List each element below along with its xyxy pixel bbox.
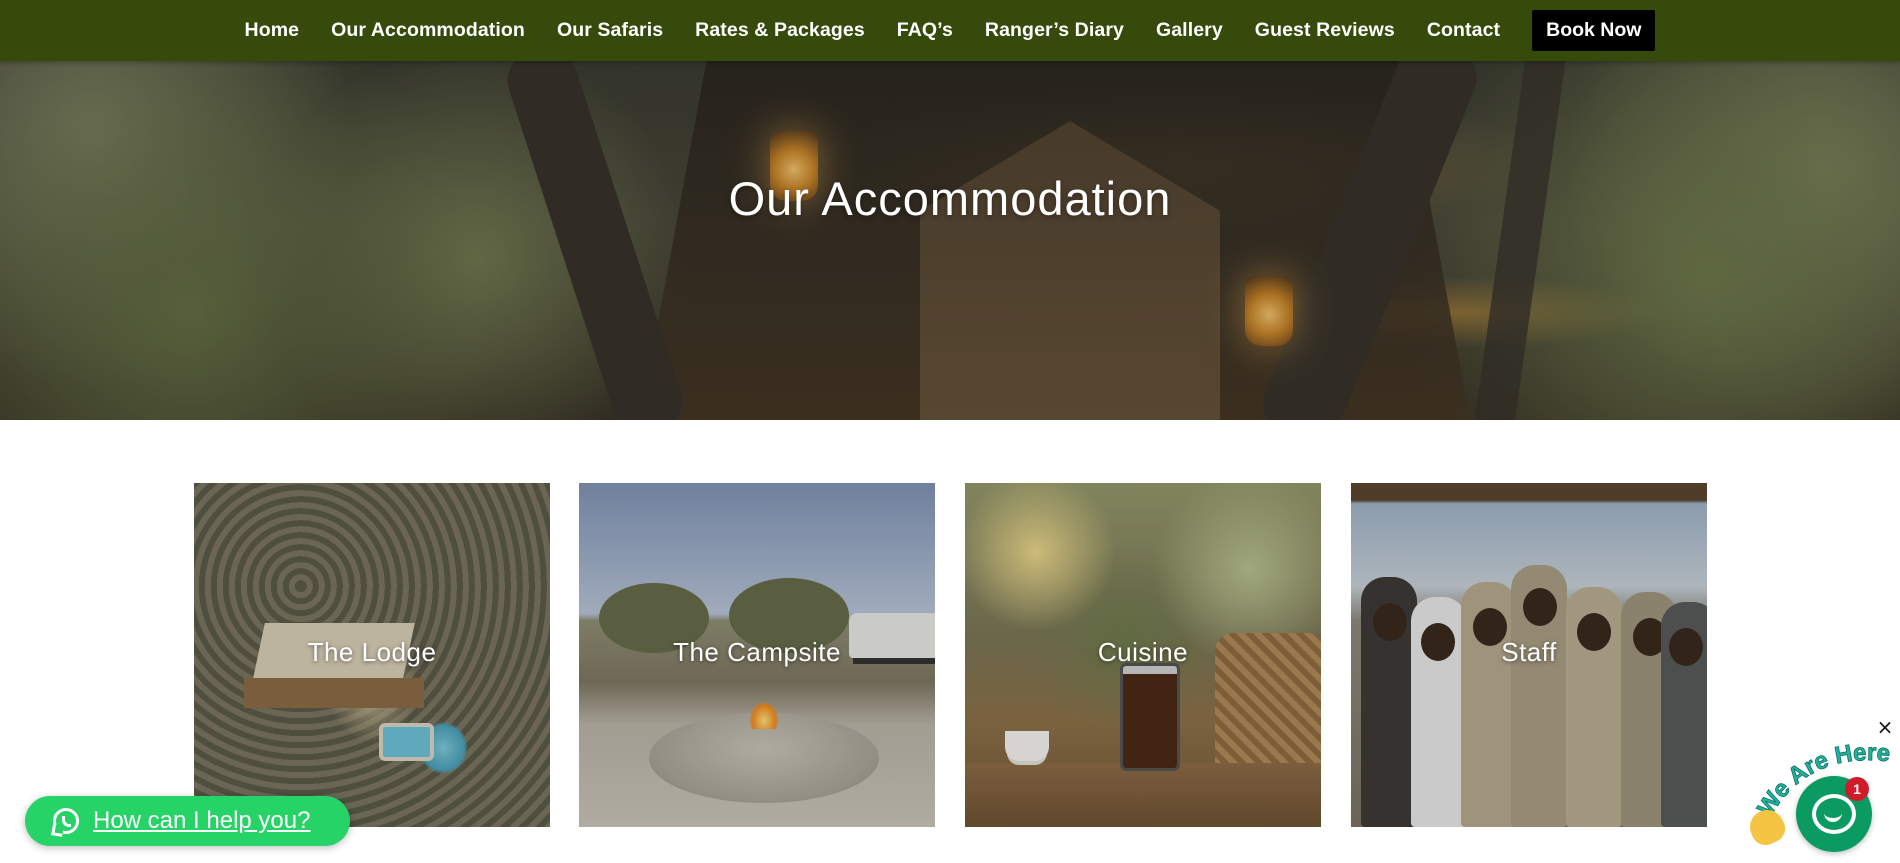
card-cuisine[interactable]: Cuisine (965, 483, 1321, 827)
nav-item-home[interactable]: Home (245, 19, 300, 41)
whatsapp-icon (53, 808, 79, 834)
nav-item-our-accommodation[interactable]: Our Accommodation (331, 19, 525, 41)
whatsapp-help-button[interactable]: How can I help you? (25, 796, 350, 846)
hero-overlay (0, 61, 1900, 420)
book-now-button[interactable]: Book Now (1532, 10, 1656, 51)
card-label: The Campsite (673, 637, 841, 667)
chat-icon (1812, 794, 1856, 834)
nav-item-rangers-diary[interactable]: Ranger’s Diary (985, 19, 1124, 41)
nav-item-contact[interactable]: Contact (1427, 19, 1500, 41)
card-label: Cuisine (1097, 637, 1189, 667)
main-navigation: Home Our Accommodation Our Safaris Rates… (0, 0, 1900, 61)
card-the-lodge[interactable]: The Lodge (194, 483, 550, 827)
nav-item-faqs[interactable]: FAQ’s (897, 19, 953, 41)
nav-list: Home Our Accommodation Our Safaris Rates… (245, 10, 1656, 51)
hero-banner: Our Accommodation (0, 61, 1900, 420)
nav-item-our-safaris[interactable]: Our Safaris (557, 19, 663, 41)
nav-item-rates-packages[interactable]: Rates & Packages (695, 19, 865, 41)
card-the-campsite[interactable]: The Campsite (579, 483, 935, 827)
chat-close-icon[interactable]: × (1875, 717, 1895, 737)
nav-item-guest-reviews[interactable]: Guest Reviews (1255, 19, 1395, 41)
accommodation-cards: The Lodge The Campsite Cuisine Staff (194, 483, 1707, 827)
whatsapp-help-label: How can I help you? (93, 807, 311, 834)
card-staff[interactable]: Staff (1351, 483, 1707, 827)
nav-item-gallery[interactable]: Gallery (1156, 19, 1223, 41)
chat-notification-badge: 1 (1845, 777, 1869, 801)
page-title: Our Accommodation (728, 172, 1172, 225)
card-label: The Lodge (307, 637, 437, 667)
card-label: Staff (1501, 637, 1557, 667)
